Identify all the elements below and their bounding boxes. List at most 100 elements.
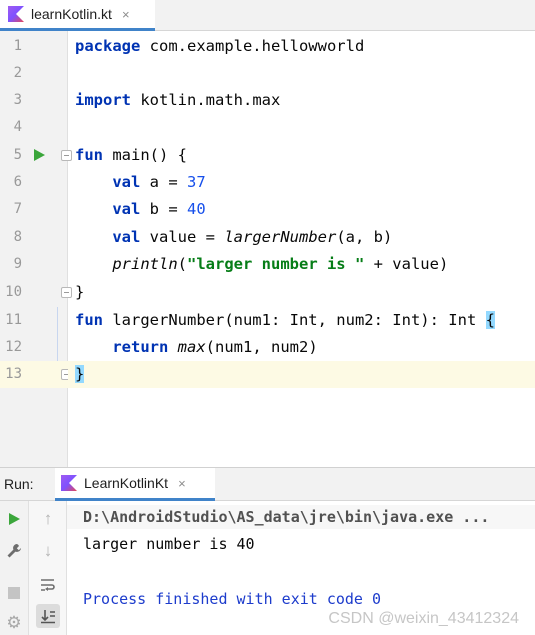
scroll-to-end-button[interactable] [36,604,60,628]
line-number: 1 [13,38,22,54]
gutter-row: 12 [0,334,68,361]
run-gutter-icon[interactable] [34,149,45,161]
watermark: CSDN @weixin_43412324 [328,610,519,627]
soft-wrap-button[interactable] [36,573,60,597]
code-line: package com.example.hellowworld [68,33,535,60]
line-number: 7 [13,201,22,217]
up-arrow-icon: ↑ [43,509,53,528]
number-literal: 37 [187,173,206,191]
rerun-button[interactable] [2,507,26,531]
console-exit-line: Process finished with exit code 0 [83,590,382,608]
run-panel-header: Run: LearnKotlinKt × [0,467,535,501]
code-text: main() { [103,146,187,164]
code-text: b = [140,200,187,218]
settings-button[interactable]: ⚙ [2,611,26,635]
previous-occurrence-button[interactable]: ↑ [36,507,60,531]
code-line: val a = 37 [68,169,535,196]
console-output-line: larger number is 40 [83,535,255,553]
keyword: val [112,200,141,218]
soft-wrap-icon [41,579,55,591]
code-text: com.example.hellowworld [140,37,365,55]
keyword: val [112,173,141,191]
code-text: ( [177,255,187,273]
modify-run-config-button[interactable] [2,539,26,563]
stop-icon [8,587,20,599]
string-literal: "larger number is " [187,255,365,273]
code-line: val value = largerNumber(a, b) [68,224,535,251]
editor-gutter: 1 2 3 4 5 6 7 8 9 10 11 12 13 [0,31,72,467]
line-number: 11 [5,312,22,328]
function-call: println [112,255,178,273]
line-number: 2 [13,65,22,81]
line-number: 5 [13,147,22,163]
settings-icon: ⚙ [6,613,22,632]
code-line-current: } [68,361,535,388]
kotlin-run-config-icon [61,475,77,491]
run-tab-learnkotlinkt[interactable]: LearnKotlinKt × [55,468,215,501]
matched-brace: } [75,365,85,383]
code-line: } [68,279,535,306]
code-text: kotlin.math.max [131,91,281,109]
close-icon[interactable]: × [122,7,130,22]
code-area[interactable]: package com.example.hellowworld import k… [68,31,535,467]
gutter-row: 7 [0,196,68,223]
run-icon [9,513,20,525]
line-number: 6 [13,174,22,190]
number-literal: 40 [187,200,206,218]
code-text: (num1, num2) [205,338,318,356]
function-call: max [177,338,206,356]
matched-brace: { [485,311,495,329]
line-number: 13 [5,366,22,382]
run-toolbar-right: ↑ ↓ [29,501,67,635]
gutter-row: 10 [0,279,72,306]
line-number: 9 [13,256,22,272]
code-text: largerNumber(num1: Int, num2: Int): Int [103,311,486,329]
line-number: 8 [13,229,22,245]
console-command-line: D:\AndroidStudio\AS_data\jre\bin\java.ex… [83,508,490,526]
line-number: 3 [13,92,22,108]
line-number: 10 [5,284,22,300]
code-editor[interactable]: 1 2 3 4 5 6 7 8 9 10 11 12 13 package co… [0,31,535,467]
line-number: 12 [5,339,22,355]
wrench-icon [7,544,21,558]
keyword: fun [75,311,103,329]
keyword: val [112,228,141,246]
code-line: return max(num1, num2) [68,334,535,361]
keyword: import [75,91,131,109]
gutter-row: 6 [0,169,68,196]
next-occurrence-button[interactable]: ↓ [36,539,60,563]
run-tab-label: LearnKotlinKt [84,475,169,491]
code-line: fun largerNumber(num1: Int, num2: Int): … [68,307,535,334]
gutter-row-current: 13 [0,361,72,388]
code-text: a = [140,173,187,191]
keyword: return [112,338,169,356]
line-number: 4 [13,119,22,135]
run-panel-title: Run: [4,476,34,492]
gutter-row: 2 [0,60,68,87]
editor-tab-label: learnKotlin.kt [31,6,112,22]
function-call: largerNumber [224,228,337,246]
editor-tab-learnkotlin[interactable]: learnKotlin.kt × [0,0,155,31]
close-icon[interactable]: × [178,476,186,491]
code-text: + value) [364,255,449,273]
down-arrow-icon: ↓ [43,541,53,560]
gutter-row: 1 [0,33,68,60]
code-text: (a, b) [336,228,393,246]
gutter-row: 9 [0,251,68,278]
gutter-row: 8 [0,224,68,251]
code-line: println("larger number is " + value) [68,251,535,278]
keyword: package [75,37,141,55]
stop-button[interactable] [2,581,26,605]
gutter-row: 3 [0,87,68,114]
kotlin-file-icon [8,6,24,22]
gutter-row: 11 [0,307,68,361]
gutter-row: 4 [0,114,68,141]
code-text: } [75,283,85,301]
run-toolbar-left: ⚙ [0,501,29,635]
code-text: value = [140,228,225,246]
